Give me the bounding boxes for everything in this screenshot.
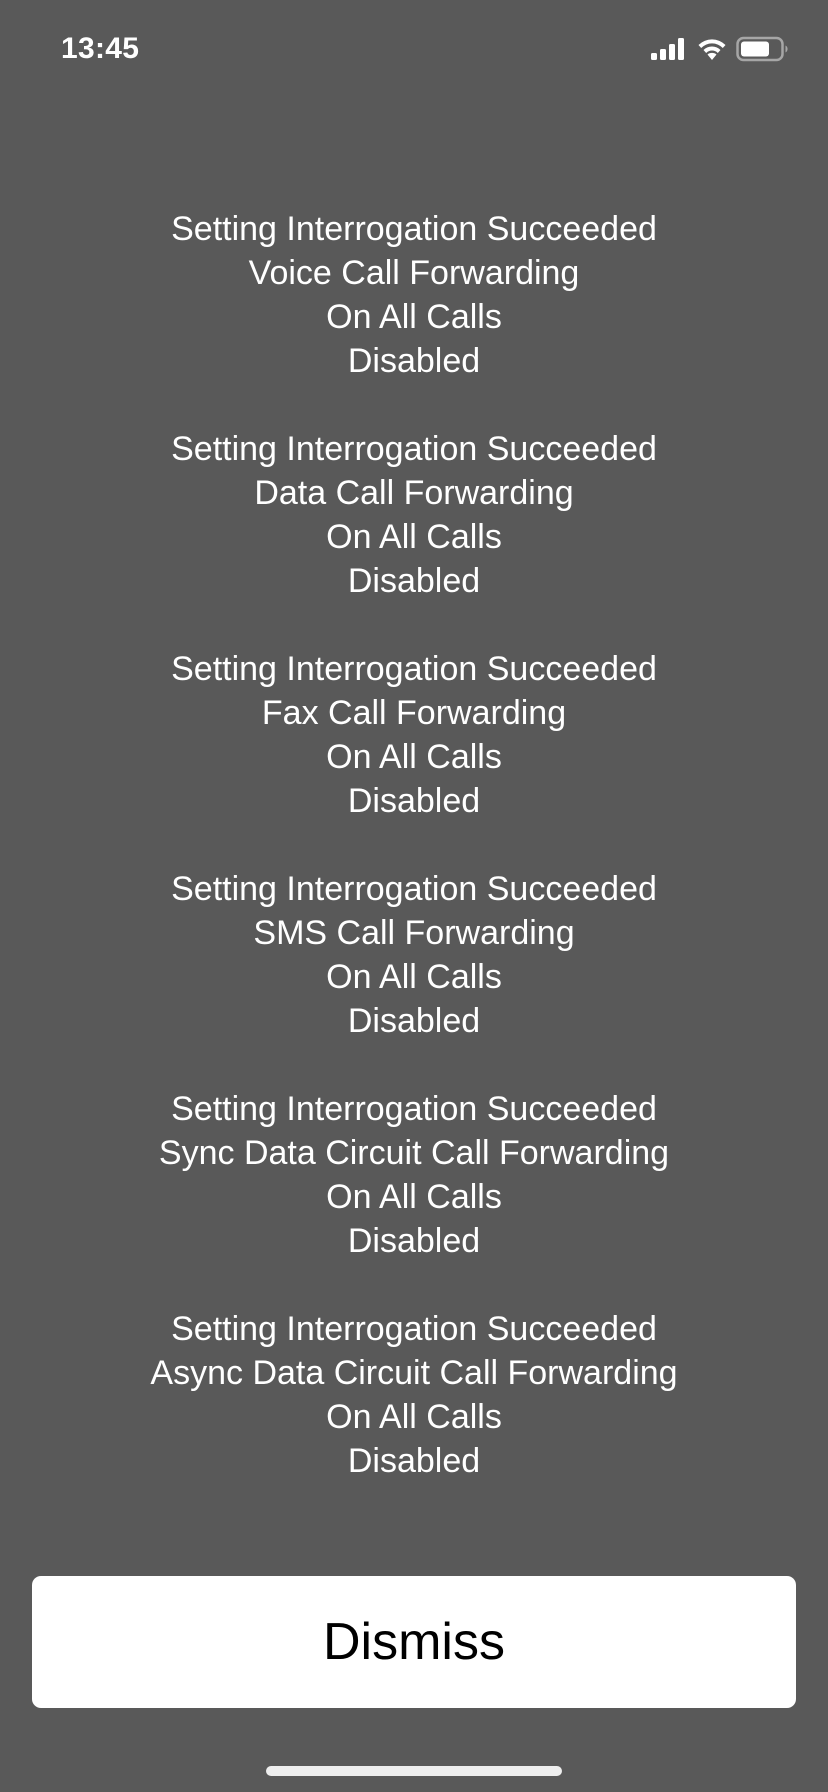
message-block-sms: Setting Interrogation Succeeded SMS Call… [0,867,828,1043]
message-block-data: Setting Interrogation Succeeded Data Cal… [0,427,828,603]
message-service-line: Sync Data Circuit Call Forwarding [158,1134,670,1172]
message-status-line: Setting Interrogation Succeeded [171,1310,657,1348]
status-time: 13:45 [61,32,140,65]
message-condition-line: On All Calls [326,738,502,776]
dismiss-button-label: Dismiss [323,1613,505,1671]
message-state-line: Disabled [347,1222,481,1260]
battery-icon [736,36,790,62]
message-service-line: Data Call Forwarding [254,474,574,512]
message-condition-line: On All Calls [326,1398,502,1436]
message-status-line: Setting Interrogation Succeeded [171,210,657,248]
message-status-line: Setting Interrogation Succeeded [171,650,657,688]
message-service-line: Fax Call Forwarding [261,694,567,732]
message-block-async-data-circuit: Setting Interrogation Succeeded Async Da… [0,1307,828,1483]
message-service-line: SMS Call Forwarding [253,914,575,952]
message-state-line: Disabled [347,782,481,820]
message-condition-line: On All Calls [326,518,502,556]
message-state-line: Disabled [347,342,481,380]
wifi-icon [696,36,728,62]
message-state-line: Disabled [347,562,481,600]
message-service-line: Voice Call Forwarding [248,254,580,292]
message-state-line: Disabled [347,1002,481,1040]
status-bar: 13:45 [0,0,828,100]
message-condition-line: On All Calls [326,298,502,336]
alert-message: Setting Interrogation Succeeded Voice Ca… [0,207,828,1527]
message-status-line: Setting Interrogation Succeeded [171,870,657,908]
message-block-fax: Setting Interrogation Succeeded Fax Call… [0,647,828,823]
home-indicator[interactable] [266,1766,562,1776]
message-condition-line: On All Calls [326,958,502,996]
status-icons [650,36,790,62]
message-block-sync-data-circuit: Setting Interrogation Succeeded Sync Dat… [0,1087,828,1263]
dismiss-button[interactable]: Dismiss [32,1576,796,1708]
message-condition-line: On All Calls [326,1178,502,1216]
message-status-line: Setting Interrogation Succeeded [171,430,657,468]
cellular-signal-icon [650,37,688,61]
message-status-line: Setting Interrogation Succeeded [171,1090,657,1128]
message-service-line: Async Data Circuit Call Forwarding [150,1354,678,1392]
message-state-line: Disabled [347,1442,481,1480]
message-block-voice: Setting Interrogation Succeeded Voice Ca… [0,207,828,383]
